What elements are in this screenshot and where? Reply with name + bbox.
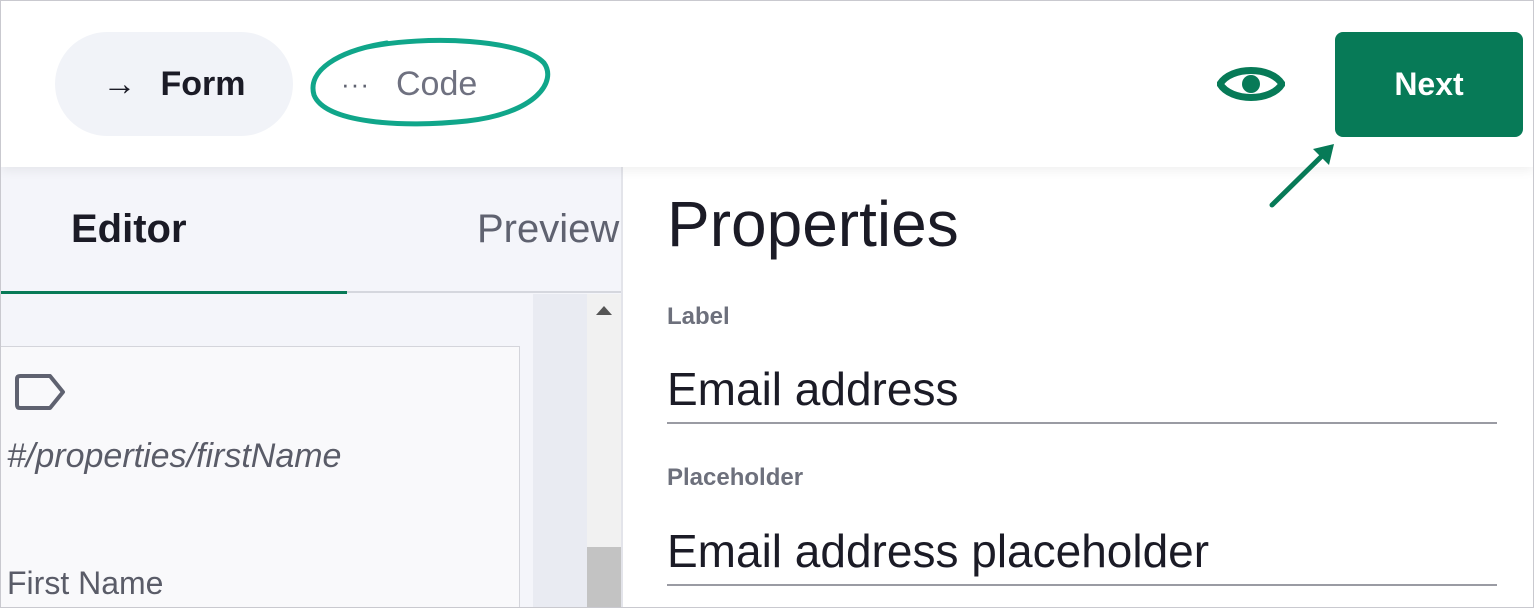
editor-panel: Editor Preview #/properties/firstName Fi…: [1, 167, 621, 607]
control-card[interactable]: #/properties/firstName First Name: [1, 346, 520, 607]
scroll-up-icon[interactable]: [596, 306, 612, 315]
more-dots-icon: ···: [341, 69, 370, 99]
app-window: → Form ··· Code Next Editor Preview #/pr…: [0, 0, 1534, 608]
tabs-divider: [347, 291, 621, 293]
placeholder-caption: Placeholder: [667, 464, 804, 491]
arrow-right-icon: →: [102, 65, 137, 103]
placeholder-field[interactable]: [667, 518, 1497, 586]
properties-panel: Properties Label Placeholder: [623, 167, 1533, 607]
eye-icon[interactable]: [1217, 59, 1285, 109]
scrollbar-thumb[interactable]: [587, 547, 621, 607]
label-caption: Label: [667, 303, 730, 330]
label-field[interactable]: [667, 356, 1497, 424]
code-tab-label: Code: [395, 64, 478, 103]
editor-canvas: #/properties/firstName First Name: [1, 294, 533, 607]
form-tab-button[interactable]: → Form: [55, 32, 293, 136]
editor-gutter: [533, 294, 587, 607]
editor-tabs: Editor Preview: [1, 167, 621, 294]
properties-title: Properties: [667, 188, 959, 260]
tab-editor[interactable]: Editor: [1, 167, 347, 294]
tab-preview[interactable]: Preview: [477, 207, 619, 252]
tab-editor-label: Editor: [71, 207, 187, 251]
scrollbar[interactable]: [587, 294, 621, 607]
tag-icon: [15, 374, 65, 410]
scope-path: #/properties/firstName: [7, 437, 342, 475]
field-label: First Name: [7, 565, 164, 601]
next-button[interactable]: Next: [1335, 32, 1523, 137]
top-toolbar: → Form ··· Code Next: [1, 1, 1533, 167]
code-tab-button[interactable]: ··· Code: [323, 32, 523, 136]
form-tab-label: Form: [160, 64, 246, 103]
